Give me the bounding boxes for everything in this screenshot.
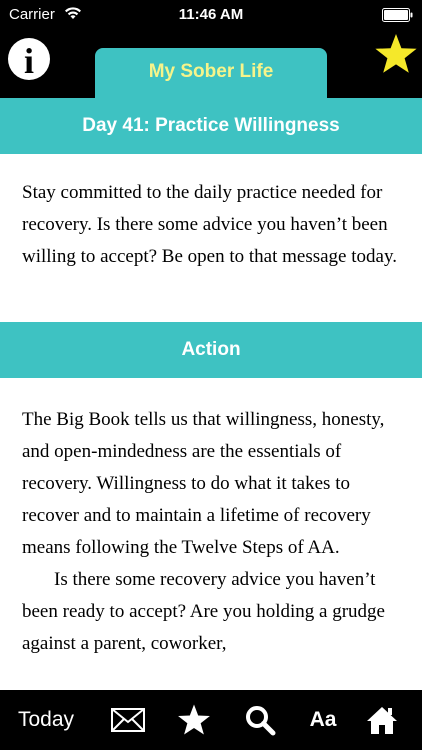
mail-icon	[111, 708, 145, 732]
star-icon	[178, 704, 210, 735]
mail-button[interactable]	[106, 690, 150, 750]
action-section-banner: Action	[0, 322, 422, 378]
app-title: My Sober Life	[148, 61, 274, 82]
app-title-tab: My Sober Life	[95, 48, 327, 100]
action-heading: Action	[181, 339, 241, 360]
status-time: 11:46 AM	[178, 6, 244, 23]
star-icon	[375, 34, 417, 73]
action-paragraph: The Big Book tells us that willingness, …	[22, 409, 385, 558]
favorites-button[interactable]	[172, 690, 216, 750]
reading-content[interactable]: Stay committed to the daily practice nee…	[0, 154, 422, 690]
home-icon	[367, 707, 397, 734]
home-button[interactable]	[360, 690, 404, 750]
action-body: The Big Book tells us that willingness, …	[22, 404, 408, 660]
day-title-banner: Day 41: Practice Willingness	[0, 98, 422, 154]
bottom-toolbar: Today Aa	[0, 690, 422, 750]
app-header: i My Sober Life	[0, 30, 422, 100]
info-button[interactable]: i	[8, 38, 50, 81]
search-icon	[246, 706, 276, 736]
battery-icon	[382, 8, 414, 22]
status-bar: Carrier 11:46 AM	[0, 0, 422, 30]
daily-reading-text: Stay committed to the daily practice nee…	[22, 182, 397, 267]
favorite-button[interactable]	[374, 32, 418, 76]
info-icon: i	[23, 41, 34, 81]
font-size-button[interactable]: Aa	[300, 690, 346, 750]
today-button[interactable]: Today	[8, 690, 84, 750]
day-title: Day 41: Practice Willingness	[82, 115, 340, 136]
search-button[interactable]	[238, 690, 282, 750]
action-paragraph: Is there some recovery advice you haven’…	[22, 569, 385, 654]
